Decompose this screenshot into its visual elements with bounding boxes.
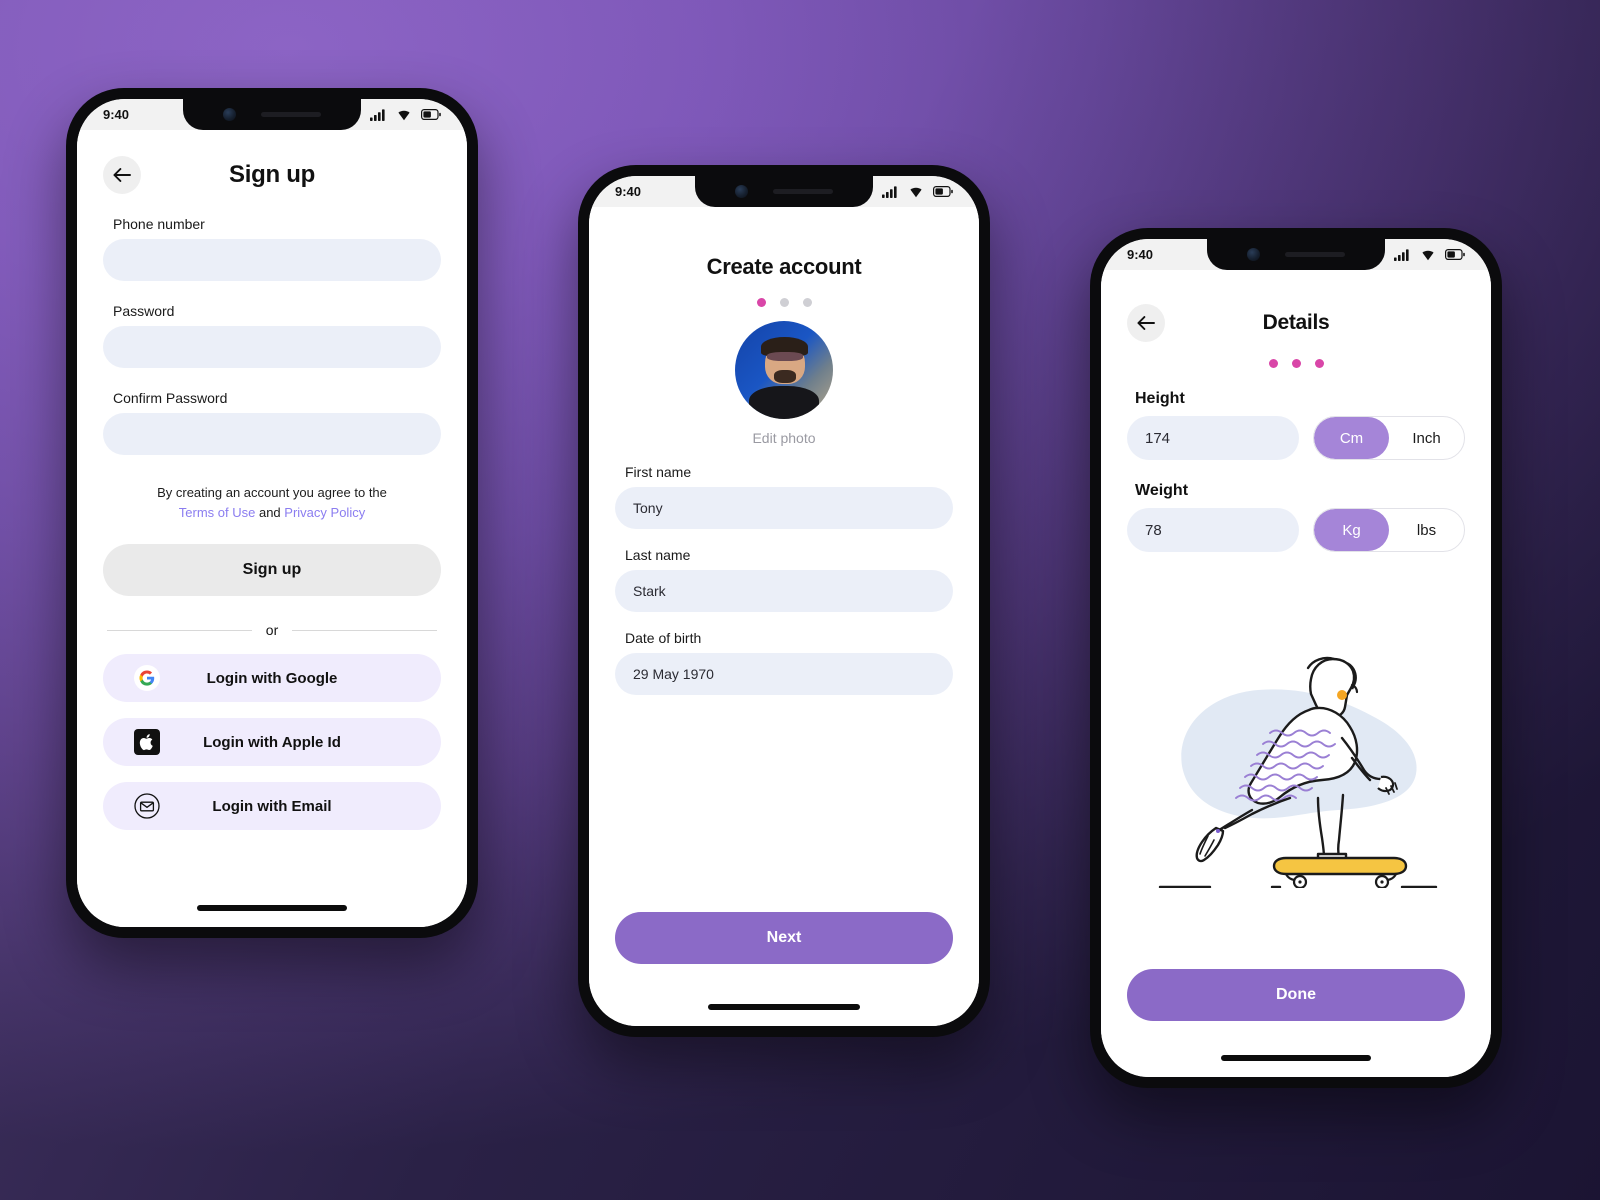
avatar-section: Edit photo — [615, 321, 953, 446]
legal-text: By creating an account you agree to the … — [103, 483, 441, 522]
phone-screen: 9:40 — [589, 176, 979, 1026]
status-icons — [1394, 248, 1465, 261]
page-dot-3[interactable] — [1314, 359, 1324, 368]
status-icons — [370, 108, 441, 121]
height-row: 174 Cm Inch — [1127, 416, 1465, 460]
status-time: 9:40 — [615, 184, 642, 199]
page-dot-1[interactable] — [1268, 359, 1278, 368]
page-title: Sign up — [229, 161, 315, 188]
page-dot-2[interactable] — [1291, 359, 1301, 368]
label-confirm-password: Confirm Password — [113, 390, 228, 406]
phone-screen: 9:40 — [77, 99, 467, 927]
edit-photo-button[interactable]: Edit photo — [752, 430, 815, 446]
phone-mockup-signup: 9:40 Sign up Phone number Password Confi… — [63, 85, 481, 941]
page-indicator — [1127, 359, 1465, 368]
divider-line-left — [107, 629, 252, 631]
home-indicator — [708, 1004, 860, 1010]
wifi-icon — [1422, 250, 1434, 260]
height-unit-inch[interactable]: Inch — [1389, 417, 1464, 459]
front-camera-icon — [1246, 248, 1260, 261]
label-weight: Weight — [1135, 482, 1189, 499]
label-password: Password — [113, 303, 175, 319]
password-input[interactable] — [103, 326, 441, 368]
confirm-password-input[interactable] — [103, 413, 441, 455]
earpiece-speaker — [260, 112, 322, 117]
signup-header: Sign up — [103, 156, 441, 194]
height-input[interactable]: 174 — [1127, 416, 1299, 460]
legal-conjunction: and — [258, 504, 281, 520]
divider-or: or — [107, 622, 438, 638]
page-dot-3[interactable] — [802, 298, 812, 307]
login-with-email-button[interactable]: Login with Email — [103, 782, 441, 830]
last-name-input[interactable]: Stark — [615, 570, 953, 612]
avatar-body — [748, 385, 820, 419]
earpiece-speaker — [772, 189, 834, 194]
details-page: Details Height 174 Cm Inch Weight 78 Kg — [1101, 270, 1491, 1077]
divider-line-right — [292, 629, 438, 631]
login-with-google-button[interactable]: Login with Google — [103, 654, 441, 702]
notch — [183, 99, 361, 130]
apple-icon — [133, 728, 161, 756]
page-dot-1[interactable] — [756, 298, 766, 307]
label-last-name: Last name — [625, 547, 691, 563]
label-date-of-birth: Date of birth — [625, 630, 702, 646]
google-icon — [133, 664, 161, 692]
legal-prefix: By creating an account you agree to the — [157, 485, 387, 500]
page-indicator — [615, 298, 953, 307]
next-button[interactable]: Next — [615, 912, 953, 964]
page-title: Create account — [706, 254, 862, 279]
avatar[interactable] — [735, 321, 833, 419]
notch — [1207, 239, 1385, 270]
notch — [695, 176, 873, 207]
label-height: Height — [1135, 390, 1185, 407]
avatar-sunglasses — [767, 352, 803, 362]
label-first-name: First name — [625, 464, 692, 480]
page-dot-2[interactable] — [779, 298, 789, 307]
status-time: 9:40 — [103, 107, 130, 122]
signal-bars-icon — [370, 108, 385, 121]
home-indicator — [1221, 1055, 1371, 1061]
battery-icon — [1445, 249, 1465, 260]
privacy-policy-link[interactable]: Privacy Policy — [284, 505, 365, 520]
weight-unit-toggle[interactable]: Kg lbs — [1313, 508, 1465, 552]
weight-row: 78 Kg lbs — [1127, 508, 1465, 552]
height-unit-toggle[interactable]: Cm Inch — [1313, 416, 1465, 460]
phone-screen: 9:40 — [1101, 239, 1491, 1077]
phone-number-input[interactable] — [103, 239, 441, 281]
wifi-icon — [398, 110, 410, 120]
weight-input[interactable]: 78 — [1127, 508, 1299, 552]
page-title: Details — [1262, 311, 1330, 334]
phone-mockup-create-account: 9:40 Create account Edit photo First nam… — [575, 162, 993, 1040]
earpiece-speaker — [1284, 252, 1346, 257]
phone-mockup-details: 9:40 Details Height 174 Cm Inch Weight 7… — [1087, 225, 1505, 1091]
status-time: 9:40 — [1127, 247, 1154, 262]
done-button[interactable]: Done — [1127, 969, 1465, 1021]
terms-of-use-link[interactable]: Terms of Use — [179, 505, 256, 520]
weight-unit-kg[interactable]: Kg — [1314, 509, 1389, 551]
label-phone-number: Phone number — [113, 216, 205, 232]
email-icon — [133, 792, 161, 820]
details-header: Details — [1127, 304, 1465, 342]
create-account-page: Create account Edit photo First name Ton… — [589, 207, 979, 1026]
battery-icon — [421, 109, 441, 120]
front-camera-icon — [222, 108, 236, 121]
status-icons — [882, 185, 953, 198]
login-with-apple-button[interactable]: Login with Apple Id — [103, 718, 441, 766]
skateboarder-illustration — [1127, 556, 1465, 969]
signup-page: Sign up Phone number Password Confirm Pa… — [77, 130, 467, 927]
date-of-birth-input[interactable]: 29 May 1970 — [615, 653, 953, 695]
weight-unit-lbs[interactable]: lbs — [1389, 509, 1464, 551]
first-name-input[interactable]: Tony — [615, 487, 953, 529]
signup-submit-button[interactable]: Sign up — [103, 544, 441, 596]
home-indicator — [197, 905, 347, 911]
battery-icon — [933, 186, 953, 197]
front-camera-icon — [734, 185, 748, 198]
height-unit-cm[interactable]: Cm — [1314, 417, 1389, 459]
avatar-beard — [774, 370, 796, 383]
wifi-icon — [910, 187, 922, 197]
signal-bars-icon — [882, 185, 897, 198]
divider-label: or — [265, 622, 279, 638]
signal-bars-icon — [1394, 248, 1409, 261]
